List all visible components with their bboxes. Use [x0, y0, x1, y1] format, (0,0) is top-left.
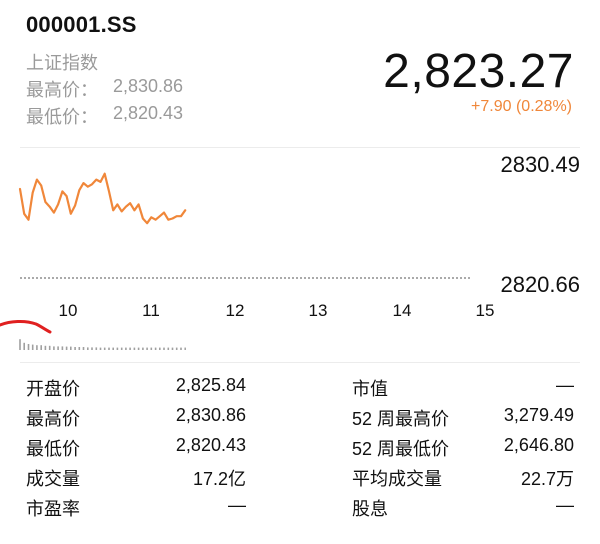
stat-market-cap: 市值 —: [352, 375, 574, 405]
volume-bar: [91, 347, 93, 350]
stat-dividend-label: 股息: [352, 499, 388, 519]
stat-52w-high-value: 3,279.49: [503, 405, 574, 425]
x-tick-14: 14: [392, 301, 412, 320]
volume-bar: [167, 347, 170, 350]
stat-pe-label: 市盈率: [26, 499, 80, 519]
day-low-label: 最低价：: [26, 107, 98, 127]
volume-bar: [146, 347, 148, 350]
ticker-symbol: 000001.SS: [26, 12, 137, 37]
stats-top-divider: [20, 362, 580, 363]
stat-volume: 成交量 17.2亿: [26, 465, 246, 495]
stat-open: 开盘价 2,825.84: [26, 375, 246, 405]
day-high-label: 最高价：: [26, 80, 98, 100]
stat-open-value: 2,825.84: [175, 375, 246, 395]
y-axis-min-label: 2820.66: [500, 272, 580, 297]
volume-bar: [53, 346, 55, 350]
volume-bar: [112, 347, 114, 350]
volume-bar: [19, 339, 21, 350]
volume-bar: [137, 347, 140, 350]
volume-bar: [125, 347, 127, 350]
y-axis-max-label: 2830.49: [500, 152, 580, 177]
volume-bar: [154, 347, 157, 350]
volume-bar: [175, 347, 178, 350]
price-series-line: [18, 172, 187, 225]
x-tick-15: 15: [475, 301, 495, 320]
current-time-marker: [0, 320, 52, 334]
stat-pe: 市盈率 —: [26, 495, 246, 525]
volume-bar: [82, 347, 85, 350]
volume-bar: [61, 346, 64, 350]
stat-high: 最高价 2,830.86: [26, 405, 246, 435]
volume-bar: [150, 347, 153, 350]
volume-bar: [163, 347, 165, 350]
stat-avg-volume-label: 平均成交量: [352, 469, 442, 489]
volume-bar: [159, 347, 161, 350]
volume-bar: [171, 347, 174, 350]
volume-bar: [31, 344, 34, 350]
volume-bar: [180, 347, 182, 350]
stat-low-value: 2,820.43: [175, 435, 246, 455]
volume-bar: [70, 346, 72, 350]
stat-52w-high-label: 52 周最高价: [352, 409, 450, 429]
stat-open-label: 开盘价: [26, 379, 80, 399]
stat-dividend: 股息 —: [352, 495, 574, 525]
current-price: 2,823.27: [383, 45, 574, 98]
volume-bar: [48, 345, 51, 350]
stat-avg-volume: 平均成交量 22.7万: [352, 465, 574, 495]
x-tick-13: 13: [308, 301, 328, 320]
volume-bar: [142, 347, 144, 350]
stat-dividend-value: —: [556, 495, 574, 515]
intraday-chart[interactable]: [0, 150, 600, 360]
stat-volume-label: 成交量: [26, 469, 80, 489]
stat-52w-low-label: 52 周最低价: [352, 439, 450, 459]
volume-bar: [120, 347, 123, 350]
volume-bar: [65, 346, 68, 350]
volume-bar: [44, 345, 47, 350]
chart-top-divider: [20, 147, 580, 148]
stat-52w-low: 52 周最低价 2,646.80: [352, 435, 574, 465]
stat-pe-value: —: [228, 495, 246, 515]
volume-bar: [57, 346, 59, 350]
volume-bar: [87, 347, 89, 350]
stat-market-cap-label: 市值: [352, 379, 388, 399]
day-high-value: 2,830.86: [113, 76, 184, 96]
volume-bar: [103, 347, 106, 350]
stat-avg-volume-value: 22.7万: [520, 469, 574, 489]
volume-bar: [116, 347, 119, 350]
volume-bar: [23, 342, 25, 350]
stat-market-cap-value: —: [556, 375, 574, 395]
volume-bar: [108, 347, 110, 350]
volume-bar: [95, 347, 98, 350]
stat-volume-value: 17.2亿: [192, 469, 246, 489]
x-tick-12: 12: [225, 301, 245, 320]
stat-low: 最低价 2,820.43: [26, 435, 246, 465]
price-change: +7.90 (0.28%): [471, 98, 572, 115]
volume-bar: [40, 345, 42, 350]
stat-high-label: 最高价: [26, 409, 80, 429]
volume-bar: [74, 347, 76, 350]
x-tick-10: 10: [58, 301, 78, 320]
volume-bar: [99, 347, 102, 350]
stat-low-label: 最低价: [26, 439, 80, 459]
stat-52w-low-value: 2,646.80: [503, 435, 574, 455]
volume-bar: [78, 347, 81, 350]
stat-52w-high: 52 周最高价 3,279.49: [352, 405, 574, 435]
x-tick-11: 11: [142, 301, 160, 320]
volume-bar: [129, 347, 131, 350]
stat-high-value: 2,830.86: [175, 405, 246, 425]
volume-bar: [36, 345, 38, 350]
volume-bar: [27, 344, 30, 350]
volume-bars: [19, 339, 186, 350]
day-low-value: 2,820.43: [113, 103, 184, 123]
volume-bar: [133, 347, 136, 350]
index-name: 上证指数: [26, 53, 98, 73]
